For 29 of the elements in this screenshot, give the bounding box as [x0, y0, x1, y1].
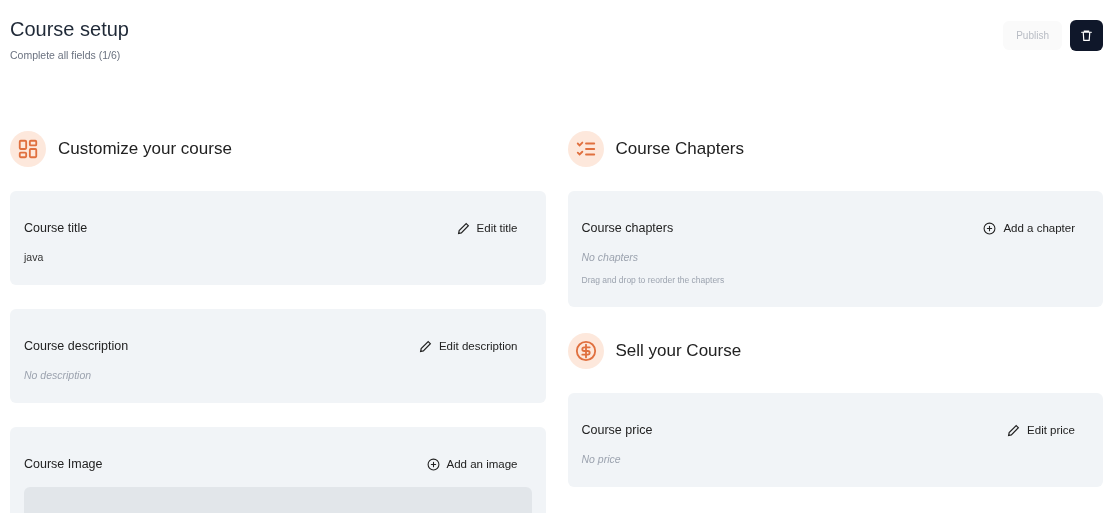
field-label: Course chapters: [581, 221, 674, 235]
empty-placeholder-text: No chapters: [581, 251, 640, 263]
pencil-icon: [1007, 423, 1021, 437]
section-title: Course Chapters: [615, 139, 744, 159]
plus-circle-icon: [983, 221, 997, 235]
dollar-circle-icon: [574, 340, 597, 362]
trash-icon: [1080, 29, 1093, 42]
section-title: Sell your Course: [615, 341, 742, 361]
add-button[interactable]: Add an image: [426, 457, 518, 471]
field-label: Course price: [581, 423, 653, 437]
hint-text: Drag and drop to reorder the chapters: [581, 275, 726, 285]
completion-text: Complete all fields (1/6): [10, 49, 122, 61]
plus-circle-icon: [426, 457, 440, 471]
layout-grid-icon: [17, 138, 39, 160]
edit-button[interactable]: Edit price: [1007, 423, 1075, 437]
page-title: Course setup: [10, 18, 129, 41]
edit-button[interactable]: Edit title: [456, 221, 518, 235]
field-label: Course description: [24, 339, 129, 353]
pencil-icon: [456, 221, 470, 235]
field-value: java: [24, 251, 45, 263]
pencil-icon: [418, 339, 432, 353]
delete-button[interactable]: [1070, 20, 1103, 51]
field-label: Course Image: [24, 457, 103, 471]
section-title: Customize your course: [58, 139, 232, 159]
empty-placeholder-text: No description: [24, 369, 93, 381]
add-button[interactable]: Add a chapter: [983, 221, 1075, 235]
field-label: Course title: [24, 221, 88, 235]
empty-placeholder-text: No price: [581, 453, 622, 465]
edit-button[interactable]: Edit description: [418, 339, 518, 353]
